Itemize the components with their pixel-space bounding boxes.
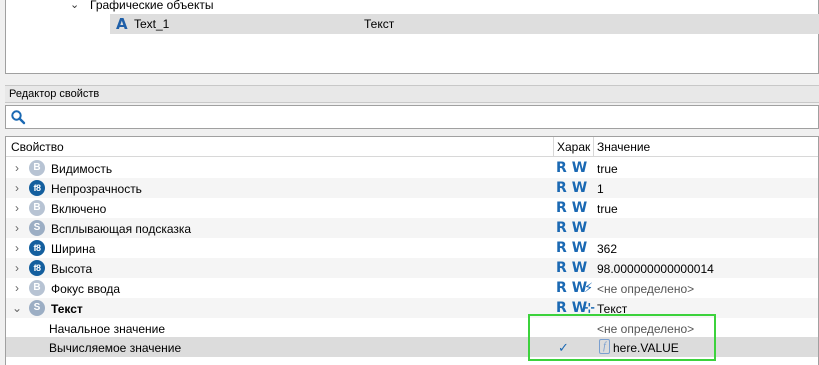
table-row[interactable]: › f8 Непрозрачность RW 1 bbox=[6, 178, 818, 198]
function-icon: f bbox=[599, 339, 610, 354]
chevron-right-icon[interactable]: › bbox=[12, 161, 22, 175]
table-row-child[interactable]: Начальное значение <не определено> bbox=[6, 318, 818, 338]
link-icon: ⊹ bbox=[584, 300, 595, 315]
tree-group-graphic-objects[interactable]: ⌄ Графические объекты bbox=[6, 0, 818, 14]
boolean-type-icon: B bbox=[29, 200, 45, 216]
property-name: Видимость bbox=[51, 162, 113, 176]
chevron-right-icon[interactable]: › bbox=[12, 221, 22, 235]
boolean-type-icon: B bbox=[29, 160, 45, 176]
tree-item-type: Текст bbox=[364, 17, 395, 31]
table-row[interactable]: ⌄ S Текст RW ⊹ Текст bbox=[6, 298, 818, 318]
chevron-right-icon[interactable]: › bbox=[12, 281, 22, 295]
rw-flags: RW bbox=[556, 160, 588, 176]
rw-flags: RW bbox=[556, 200, 588, 216]
chevron-down-icon[interactable]: ⌄ bbox=[12, 301, 22, 315]
table-row[interactable]: › B Включено RW true bbox=[6, 198, 818, 218]
rw-flags: RW bbox=[556, 280, 588, 296]
string-type-icon: S bbox=[29, 220, 45, 236]
lightning-icon: ⚡ bbox=[584, 280, 594, 295]
table-row[interactable]: › f8 Ширина RW 362 bbox=[6, 238, 818, 258]
float-type-icon: f8 bbox=[29, 260, 45, 276]
property-name: Непрозрачность bbox=[51, 182, 142, 196]
column-divider[interactable] bbox=[593, 137, 594, 157]
search-icon bbox=[11, 110, 26, 125]
table-row[interactable]: › S Всплывающая подсказка RW bbox=[6, 218, 818, 238]
rw-flags: RW bbox=[556, 300, 588, 316]
column-divider[interactable] bbox=[553, 137, 554, 157]
column-header-char[interactable]: Харак bbox=[557, 140, 590, 154]
property-value[interactable]: 362 bbox=[597, 242, 617, 256]
string-type-icon: S bbox=[29, 300, 45, 316]
property-value[interactable]: true bbox=[597, 162, 618, 176]
table-row[interactable]: › B Фокус ввода RW ⚡ <не определено> bbox=[6, 278, 818, 298]
property-table: Свойство Харак Значение › B Видимость RW… bbox=[5, 136, 819, 365]
property-name: Начальное значение bbox=[49, 322, 166, 336]
chevron-right-icon[interactable]: › bbox=[12, 181, 22, 195]
column-header-value[interactable]: Значение bbox=[597, 140, 650, 154]
tree-item-text-1[interactable]: A Text_1 Текст bbox=[110, 14, 819, 34]
property-value[interactable]: 1 bbox=[597, 182, 604, 196]
tree-item-name: Text_1 bbox=[134, 17, 170, 31]
chevron-right-icon[interactable]: › bbox=[12, 261, 22, 275]
property-name: Вычисляемое значение bbox=[49, 341, 182, 355]
text-object-icon: A bbox=[116, 15, 128, 33]
property-value[interactable]: here.VALUE bbox=[613, 341, 679, 355]
property-value[interactable]: 98.000000000000014 bbox=[597, 262, 714, 276]
float-type-icon: f8 bbox=[29, 240, 45, 256]
rw-flags: RW bbox=[556, 180, 588, 196]
property-name: Фокус ввода bbox=[51, 282, 121, 296]
table-row-child[interactable]: Вычисляемое значение ✓ f here.VALUE bbox=[6, 337, 818, 357]
property-name: Текст bbox=[51, 302, 83, 316]
table-row[interactable]: › f8 Высота RW 98.000000000000014 bbox=[6, 258, 818, 278]
column-header-property[interactable]: Свойство bbox=[11, 140, 64, 154]
property-editor-title: Редактор свойств bbox=[5, 85, 819, 103]
checkmark-icon[interactable]: ✓ bbox=[558, 340, 569, 356]
property-name: Ширина bbox=[51, 242, 96, 256]
chevron-down-icon[interactable]: ⌄ bbox=[70, 0, 79, 11]
rw-flags: RW bbox=[556, 220, 588, 236]
boolean-type-icon: B bbox=[29, 280, 45, 296]
chevron-right-icon[interactable]: › bbox=[12, 241, 22, 255]
table-row[interactable]: › B Видимость RW true bbox=[6, 158, 818, 178]
float-type-icon: f8 bbox=[29, 180, 45, 196]
tree-group-label: Графические объекты bbox=[90, 0, 214, 12]
property-value[interactable]: <не определено> bbox=[597, 282, 694, 296]
property-name: Всплывающая подсказка bbox=[51, 222, 192, 236]
table-header: Свойство Харак Значение bbox=[6, 137, 818, 157]
property-value[interactable]: true bbox=[597, 202, 618, 216]
property-value[interactable]: Текст bbox=[597, 302, 627, 316]
object-tree: ⌄ Графические объекты A Text_1 Текст bbox=[5, 0, 819, 74]
rw-flags: RW bbox=[556, 260, 588, 276]
property-search-input[interactable] bbox=[5, 105, 819, 129]
property-name: Включено bbox=[51, 202, 107, 216]
property-name: Высота bbox=[51, 262, 93, 276]
property-value[interactable]: <не определено> bbox=[597, 322, 694, 336]
rw-flags: RW bbox=[556, 240, 588, 256]
chevron-right-icon[interactable]: › bbox=[12, 201, 22, 215]
